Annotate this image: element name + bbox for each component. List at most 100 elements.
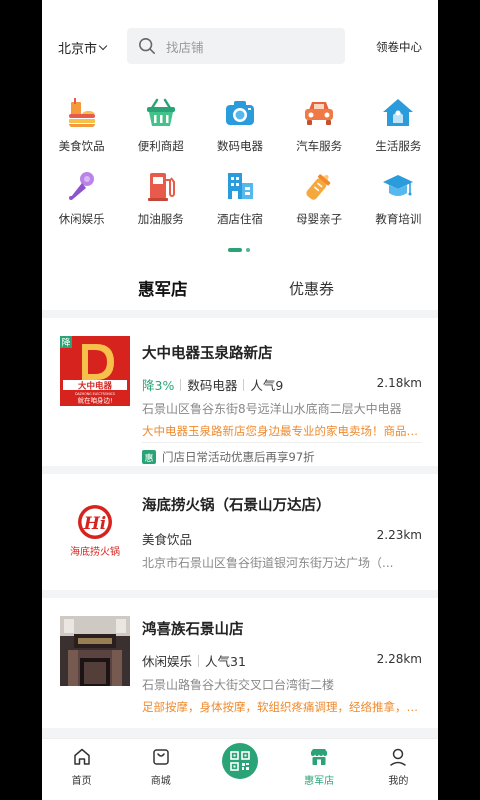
category-life[interactable]: 生活服务 (359, 96, 438, 169)
logo-slogan-text: 就在咱身边! (77, 396, 112, 405)
category-hotel[interactable]: 酒店住宿 (200, 169, 279, 242)
fuel-pump-icon (147, 173, 175, 201)
chevron-down-icon (98, 41, 108, 50)
nav-home[interactable]: 首页 (42, 739, 121, 800)
home-service-icon (383, 99, 414, 126)
store-card[interactable]: Hi 海底捞火锅 海底捞火锅（石景山万达店） 美食饮品 2.23km 北京市石景… (42, 474, 438, 590)
category-label: 生活服务 (375, 139, 422, 153)
category-label: 美食饮品 (58, 139, 105, 153)
store-name: 海底捞火锅（石景山万达店） (142, 498, 331, 514)
baby-bottle-icon (306, 174, 331, 200)
logo-mark-text: Hi (83, 514, 107, 534)
home-icon (73, 748, 90, 765)
category-label: 便利商超 (137, 139, 184, 153)
store-distance: 2.23km (376, 528, 422, 542)
store-meta: 休闲娱乐 人气31 (142, 651, 246, 670)
store-category: 数码电器 (187, 378, 238, 393)
scan-button[interactable] (221, 743, 258, 779)
promo-text: 门店日常活动优惠后再享97折 (162, 450, 315, 464)
category-grid: 美食饮品 便利商超 数码电器 汽车服务 生活服务 休闲娱乐 加油服务 酒店住宿 … (42, 96, 438, 242)
nav-label: 首页 (71, 776, 92, 787)
store-promo: 惠 门店日常活动优惠后再享97折 (142, 449, 315, 465)
tab-military-store[interactable]: 惠军店 (138, 276, 188, 300)
category-car[interactable]: 汽车服务 (280, 96, 359, 169)
store-category: 美食饮品 (142, 532, 193, 547)
store-description: 大中电器玉泉路新店您身边最专业的家电卖场！商品齐全 (142, 424, 424, 438)
store-meta: 美食饮品 (142, 529, 192, 548)
camera-icon (225, 101, 254, 125)
category-label: 教育培训 (375, 212, 422, 226)
nav-military-store[interactable]: 惠军店 (280, 739, 359, 800)
nav-mall[interactable]: 商城 (121, 739, 200, 800)
category-label: 加油服务 (137, 212, 184, 226)
category-education[interactable]: 教育培训 (359, 169, 438, 242)
nav-label: 我的 (388, 776, 409, 787)
store-address: 北京市石景山区鲁谷街道银河东街万达广场（... (142, 556, 394, 570)
nav-scan[interactable] (200, 739, 279, 800)
store-popularity: 人气9 (250, 378, 284, 393)
page-dot (246, 248, 250, 252)
tab-coupons[interactable]: 优惠券 (289, 278, 334, 299)
page-dot-active (228, 248, 242, 252)
content-area: 北京市 找店铺 领卷中心 美食饮品 便利商超 数码电器 汽车服务 生活服务 休闲… (42, 0, 438, 738)
logo-text: 海底捞火锅 (70, 545, 120, 558)
food-drink-icon (68, 98, 95, 127)
shopping-bag-icon (153, 749, 169, 765)
graduation-cap-icon (383, 175, 414, 196)
search-icon (139, 38, 155, 54)
separator (180, 378, 182, 391)
app-screen: 北京市 找店铺 领卷中心 美食饮品 便利商超 数码电器 汽车服务 生活服务 休闲… (42, 0, 438, 800)
store-meta: 降3% 数码电器 人气9 (142, 375, 283, 394)
store-popularity: 人气31 (205, 654, 246, 669)
category-baby[interactable]: 母婴亲子 (280, 169, 359, 242)
city-selector[interactable]: 北京市 (58, 38, 108, 57)
category-label: 数码电器 (216, 139, 263, 153)
store-category: 休闲娱乐 (142, 654, 193, 669)
page-indicator (228, 248, 250, 252)
nav-label: 惠军店 (304, 776, 335, 787)
microphone-icon (68, 172, 94, 200)
category-label: 母婴亲子 (296, 212, 343, 226)
coupon-center-link[interactable]: 领卷中心 (376, 39, 422, 55)
search-placeholder: 找店铺 (166, 39, 204, 55)
top-bar: 北京市 找店铺 领卷中心 (42, 28, 438, 66)
category-digital[interactable]: 数码电器 (200, 96, 279, 169)
car-icon (305, 102, 334, 125)
category-fuel[interactable]: 加油服务 (121, 169, 200, 242)
store-address: 石景山区鲁谷东街8号远洋山水底商二层大中电器 (142, 402, 402, 416)
divider (142, 442, 422, 443)
logo-en-text: DAZHONG ELECTRONICS (75, 392, 115, 396)
store-icon (311, 749, 328, 765)
store-distance: 2.28km (376, 652, 422, 666)
shopping-basket-icon (146, 98, 175, 126)
category-entertainment[interactable]: 休闲娱乐 (42, 169, 121, 242)
category-convenience[interactable]: 便利商超 (121, 96, 200, 169)
promo-badge-icon: 惠 (142, 450, 156, 464)
separator (243, 378, 245, 391)
qr-scan-icon (230, 751, 250, 771)
logo-main-text: 大中电器 (78, 381, 113, 392)
store-list: 降 大中电器 DAZHONG ELECTRONICS 就在咱身边! 大中电器玉泉… (42, 310, 438, 738)
store-description: 足部按摩，身体按摩，软组织疼痛调理，经络推拿，采耳 (142, 700, 424, 714)
category-label: 汽车服务 (296, 139, 343, 153)
store-logo: 降 大中电器 DAZHONG ELECTRONICS 就在咱身边! (60, 336, 130, 406)
nav-label: 商城 (150, 776, 171, 787)
category-food[interactable]: 美食饮品 (42, 96, 121, 169)
store-name: 鸿喜族石景山店 (142, 622, 244, 638)
category-label: 酒店住宿 (216, 212, 263, 226)
store-address: 石景山路鲁谷大街交叉口台湾街二楼 (142, 678, 335, 692)
category-label: 休闲娱乐 (58, 212, 105, 226)
separator (198, 654, 200, 667)
store-card[interactable]: 鸿喜族石景山店 休闲娱乐 人气31 2.28km 石景山路鲁谷大街交叉口台湾街二… (42, 598, 438, 728)
nav-profile[interactable]: 我的 (359, 739, 438, 800)
hotel-icon (227, 173, 253, 199)
corner-badge-text: 降 (61, 337, 70, 349)
profile-icon (390, 748, 407, 766)
bottom-nav: 首页 商城 惠军店 我的 (42, 738, 438, 800)
store-logo: Hi 海底捞火锅 (70, 505, 120, 558)
store-photo (60, 616, 130, 686)
city-label: 北京市 (58, 42, 98, 57)
store-distance: 2.18km (376, 376, 422, 390)
store-card[interactable]: 降 大中电器 DAZHONG ELECTRONICS 就在咱身边! 大中电器玉泉… (42, 318, 438, 466)
search-input[interactable]: 找店铺 (127, 28, 345, 64)
